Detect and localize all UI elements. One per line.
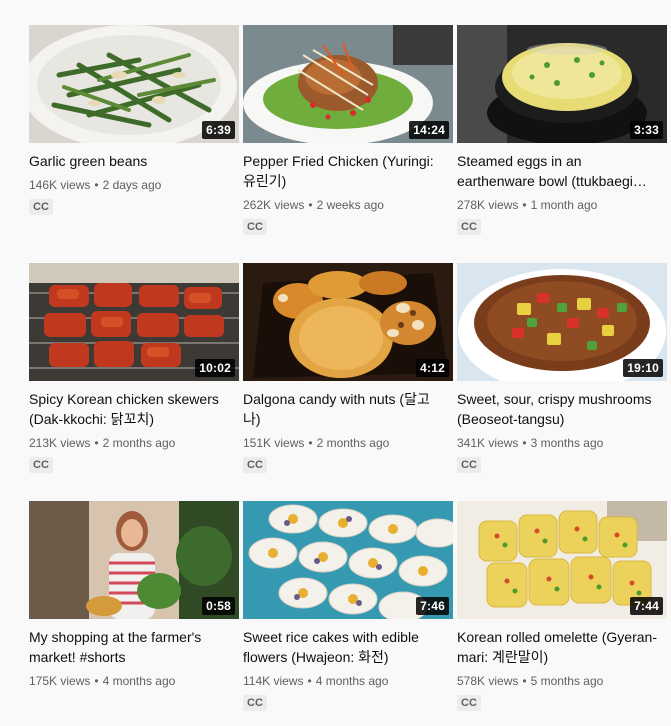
video-title[interactable]: Sweet, sour, crispy mushrooms (Beoseot-t… [457,389,667,429]
video-title[interactable]: Korean rolled omelette (Gyeran-mari: 계란말… [457,627,667,667]
video-meta: 278K views • 1 month ago [457,197,667,213]
cc-badge: CC [457,695,481,711]
view-count: 175K views [29,674,91,688]
video-duration: 19:10 [623,359,663,377]
video-grid: 6:39 Garlic green beans 146K views • 2 day… [0,0,671,726]
upload-age: 2 weeks ago [316,198,384,212]
video-meta: 146K views • 2 days ago [29,177,239,193]
upload-age: 2 months ago [102,436,176,450]
video-title[interactable]: Steamed eggs in an earthenware bowl (ttu… [457,151,667,191]
video-meta: 262K views • 2 weeks ago [243,197,453,213]
video-meta: 578K views • 5 months ago [457,673,667,689]
video-card[interactable]: 0:58 My shopping at the farmer's market!… [29,501,239,689]
video-thumbnail[interactable]: 6:39 [29,25,239,143]
view-count: 146K views [29,178,91,192]
video-duration: 7:46 [416,597,449,615]
upload-age: 3 months ago [530,436,604,450]
video-duration: 7:44 [630,597,663,615]
video-duration: 3:33 [630,121,663,139]
video-card[interactable]: 4:12 Dalgona candy with nuts (달고나) 151K … [243,263,453,473]
video-duration: 4:12 [416,359,449,377]
video-meta: 151K views • 2 months ago [243,435,453,451]
video-meta: 175K views • 4 months ago [29,673,239,689]
video-title[interactable]: Spicy Korean chicken skewers (Dak-kkochi… [29,389,239,429]
video-thumbnail[interactable]: 10:02 [29,263,239,381]
separator-dot: • [522,198,527,212]
upload-age: 4 months ago [102,674,176,688]
video-meta: 341K views • 3 months ago [457,435,667,451]
video-card[interactable]: 7:46 Sweet rice cakes with edible flower… [243,501,453,711]
separator-dot: • [94,178,99,192]
video-card[interactable]: 7:44 Korean rolled omelette (Gyeran-mari… [457,501,667,711]
video-duration: 0:58 [202,597,235,615]
cc-badge: CC [243,457,267,473]
video-thumbnail[interactable]: 4:12 [243,263,453,381]
video-duration: 6:39 [202,121,235,139]
video-title[interactable]: Sweet rice cakes with edible flowers (Hw… [243,627,453,667]
cc-badge: CC [29,199,53,215]
view-count: 278K views [457,198,519,212]
view-count: 151K views [243,436,305,450]
video-thumbnail[interactable]: 19:10 [457,263,667,381]
cc-badge: CC [243,695,267,711]
cc-badge: CC [457,219,481,235]
video-card[interactable]: 10:02 Spicy Korean chicken skewers (Dak-… [29,263,239,473]
cc-badge: CC [243,219,267,235]
upload-age: 5 months ago [530,674,604,688]
video-thumbnail[interactable]: 0:58 [29,501,239,619]
video-card[interactable]: 14:24 Pepper Fried Chicken (Yuringi: 유린기… [243,25,453,235]
video-card[interactable]: 6:39 Garlic green beans 146K views • 2 day… [29,25,239,215]
view-count: 578K views [457,674,519,688]
separator-dot: • [308,436,313,450]
cc-badge: CC [29,457,53,473]
separator-dot: • [94,436,99,450]
separator-dot: • [522,436,527,450]
video-card[interactable]: 19:10 Sweet, sour, crispy mushrooms (Beo… [457,263,667,473]
view-count: 341K views [457,436,519,450]
view-count: 114K views [243,674,304,688]
video-thumbnail[interactable]: 3:33 [457,25,667,143]
video-duration: 14:24 [409,121,449,139]
video-title[interactable]: Dalgona candy with nuts (달고나) [243,389,453,429]
video-card[interactable]: 3:33 Steamed eggs in an earthenware bowl… [457,25,667,235]
separator-dot: • [522,674,527,688]
separator-dot: • [308,198,313,212]
video-meta: 114K views • 4 months ago [243,673,453,689]
video-thumbnail[interactable]: 7:44 [457,501,667,619]
view-count: 262K views [243,198,305,212]
separator-dot: • [307,674,312,688]
video-thumbnail[interactable]: 14:24 [243,25,453,143]
separator-dot: • [94,674,99,688]
upload-age: 2 months ago [316,436,390,450]
view-count: 213K views [29,436,91,450]
video-title[interactable]: Garlic green beans [29,151,239,171]
upload-age: 2 days ago [102,178,162,192]
cc-badge: CC [457,457,481,473]
video-thumbnail[interactable]: 7:46 [243,501,453,619]
video-title[interactable]: My shopping at the farmer's market! #sho… [29,627,239,667]
upload-age: 1 month ago [530,198,598,212]
video-duration: 10:02 [195,359,235,377]
upload-age: 4 months ago [315,674,389,688]
video-meta: 213K views • 2 months ago [29,435,239,451]
video-title[interactable]: Pepper Fried Chicken (Yuringi: 유린기) [243,151,453,191]
